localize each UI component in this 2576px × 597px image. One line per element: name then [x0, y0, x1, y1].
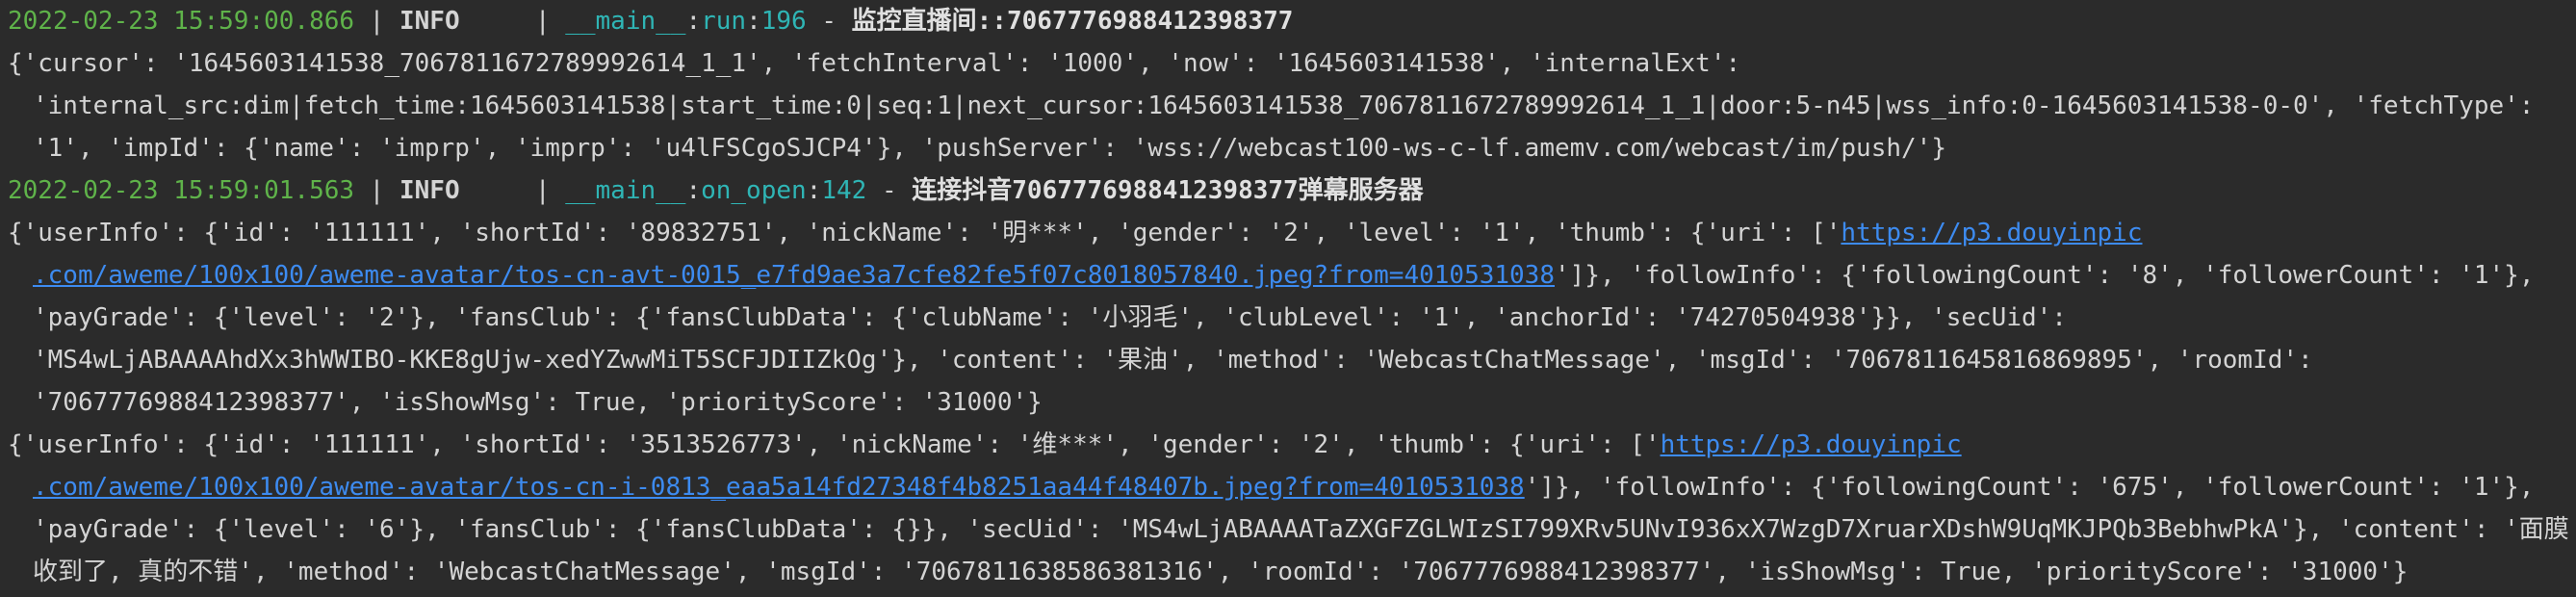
log-header-line: 2022-02-23 15:59:00.866 | INFO | __main_… [8, 0, 2576, 42]
log-colon: : [685, 7, 702, 36]
log-body-line: 'payGrade': {'level': '6'}, 'fansClub': … [33, 515, 2569, 544]
log-colon: : [806, 176, 822, 205]
log-dash: - [806, 7, 852, 36]
log-text: ']}, 'followInfo': {'followingCount': '8… [1555, 261, 2535, 290]
log-body-line: {'userInfo': {'id': '111111', 'shortId':… [8, 424, 2576, 466]
log-text: {'userInfo': {'id': '111111', 'shortId':… [8, 219, 1842, 247]
log-separator: | [354, 176, 399, 205]
log-body-line: .com/aweme/100x100/aweme-avatar/tos-cn-a… [8, 254, 2576, 297]
log-body-line: 'payGrade': {'level': '2'}, 'fansClub': … [33, 303, 2067, 332]
log-message: 连接抖音7067776988412398377弹幕服务器 [912, 176, 1424, 205]
log-level: INFO [399, 176, 460, 205]
log-body-line: 收到了, 真的不错', 'method': 'WebcastChatMessag… [33, 558, 2409, 586]
log-message: 监控直播间::7067776988412398377 [851, 7, 1294, 36]
log-text: {'userInfo': {'id': '111111', 'shortId':… [8, 430, 1661, 459]
log-body-line: '1', 'impId': {'name': 'imprp', 'imprp':… [33, 134, 1946, 163]
log-function: on_open [701, 176, 807, 205]
log-colon: : [746, 7, 761, 36]
log-module: __main__ [565, 176, 686, 205]
log-level: INFO [399, 7, 460, 36]
log-body-line: .com/aweme/100x100/aweme-avatar/tos-cn-i… [8, 466, 2576, 508]
log-line-number: 196 [760, 7, 807, 36]
log-function: run [701, 7, 747, 36]
log-line-number: 142 [821, 176, 867, 205]
log-dash: - [866, 176, 913, 205]
avatar-link[interactable]: .com/aweme/100x100/aweme-avatar/tos-cn-a… [33, 261, 1555, 290]
log-separator: | [354, 7, 399, 36]
log-separator: | [459, 7, 566, 36]
log-body-line: 'MS4wLjABAAAAhdXx3hWWIBO-KKE8gUjw-xedYZw… [33, 346, 2313, 375]
avatar-link[interactable]: .com/aweme/100x100/aweme-avatar/tos-cn-i… [33, 473, 1525, 502]
log-body-line: '7067776988412398377', 'isShowMsg': True… [33, 388, 1043, 417]
avatar-link[interactable]: https://p3.douyinpic [1661, 430, 1962, 459]
console-output: 2022-02-23 15:59:00.866 | INFO | __main_… [0, 0, 2576, 597]
log-header-line: 2022-02-23 15:59:01.563 | INFO | __main_… [8, 169, 2576, 212]
log-body-line: 'internal_src:dim|fetch_time:16456031415… [33, 91, 2535, 120]
log-timestamp: 2022-02-23 15:59:00.866 [8, 7, 355, 36]
log-colon: : [685, 176, 702, 205]
log-module: __main__ [565, 7, 686, 36]
log-text: ']}, 'followInfo': {'followingCount': '6… [1524, 473, 2535, 502]
log-body-line: {'cursor': '1645603141538_70678116727899… [8, 49, 1741, 78]
avatar-link[interactable]: https://p3.douyinpic [1841, 219, 2142, 247]
log-separator: | [459, 176, 566, 205]
log-body-line: {'userInfo': {'id': '111111', 'shortId':… [8, 212, 2576, 254]
log-timestamp: 2022-02-23 15:59:01.563 [8, 176, 355, 205]
